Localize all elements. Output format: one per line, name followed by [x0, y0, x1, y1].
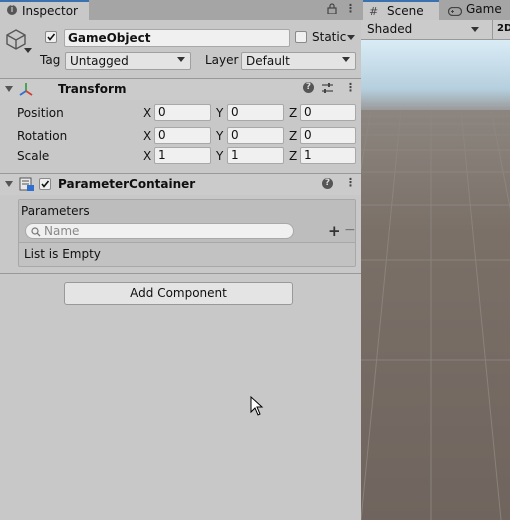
row-label: Scale [17, 149, 50, 163]
tab-scene-label: Scene [387, 4, 424, 18]
chevron-down-icon [177, 57, 185, 62]
transform-header[interactable]: Transform ? ⋮ [0, 79, 361, 100]
transform-z-value: 1 [304, 148, 312, 162]
grid-icon: # [369, 5, 379, 18]
tab-inspector-label: Inspector [22, 4, 78, 18]
tab-game[interactable]: Game [441, 0, 510, 20]
inspector-tab-icon: i [7, 5, 17, 15]
transform-y-value: 1 [231, 148, 239, 162]
transform-z-field[interactable]: 1 [300, 147, 356, 164]
transform-x-field[interactable]: 1 [154, 147, 211, 164]
transform-x-field[interactable]: 0 [154, 127, 211, 144]
component-enabled-checkbox[interactable] [39, 178, 51, 190]
axis-y-label[interactable]: Y [216, 149, 223, 163]
active-checkbox[interactable] [45, 31, 57, 43]
scene-toolbar: Shaded 2D [361, 20, 510, 40]
object-name-value: GameObject [68, 31, 151, 45]
chevron-down-icon [471, 27, 479, 32]
add-component-label: Add Component [130, 286, 227, 300]
layer-value: Default [246, 54, 290, 68]
row-label: Position [17, 106, 64, 120]
static-dropdown-caret[interactable] [347, 35, 355, 40]
transform-z-value: 0 [304, 128, 312, 142]
tag-value: Untagged [70, 54, 129, 68]
add-component-button[interactable]: Add Component [64, 282, 293, 305]
mode-2d-label: 2D [497, 23, 510, 34]
parameters-list-header: Parameters [21, 204, 90, 218]
layer-label: Layer [205, 53, 239, 67]
parameter-container-header[interactable]: ParameterContainer ? ⋮ [0, 174, 361, 195]
axis-x-label[interactable]: X [143, 106, 151, 120]
transform-z-field[interactable]: 0 [300, 127, 356, 144]
transform-row-rotation: Rotation X Y Z 0 0 0 [0, 127, 361, 145]
help-icon[interactable]: ? [303, 82, 314, 93]
tag-dropdown[interactable]: Untagged [65, 52, 191, 70]
axis-y-label[interactable]: Y [216, 129, 223, 143]
transform-row-scale: Scale X Y Z 1 1 1 [0, 147, 361, 165]
mode-2d-button[interactable]: 2D [492, 20, 510, 39]
transform-x-value: 0 [158, 128, 166, 142]
list-empty-text: List is Empty [24, 247, 101, 261]
shading-mode-value: Shaded [367, 22, 413, 36]
axis-x-label[interactable]: X [143, 149, 151, 163]
static-label: Static [312, 30, 347, 44]
transform-y-field[interactable]: 1 [227, 147, 284, 164]
tab-game-label: Game [466, 2, 502, 16]
axis-y-label[interactable]: Y [216, 106, 223, 120]
parameters-list: Parameters Name + − List is Empty [18, 199, 356, 267]
axis-z-label[interactable]: Z [289, 106, 297, 120]
more-menu-icon[interactable]: ⋮ [345, 176, 356, 189]
scene-viewport[interactable] [361, 40, 510, 520]
static-checkbox[interactable] [295, 31, 307, 43]
search-icon [31, 226, 41, 240]
remove-icon[interactable]: − [344, 222, 356, 238]
object-name-field[interactable]: GameObject [64, 29, 290, 47]
search-placeholder: Name [44, 224, 80, 238]
more-menu-icon[interactable]: ⋮ [345, 2, 356, 15]
lock-icon[interactable] [327, 3, 337, 17]
help-icon[interactable]: ? [322, 178, 333, 189]
script-icon [19, 177, 35, 195]
shading-mode-dropdown[interactable]: Shaded [361, 20, 480, 39]
sky [361, 40, 510, 110]
axis-z-label[interactable]: Z [289, 149, 297, 163]
scene-panel: # Scene Game Shaded 2D [361, 0, 510, 520]
axis-x-label[interactable]: X [143, 129, 151, 143]
foldout-arrow-icon[interactable] [5, 86, 13, 92]
transform-x-value: 1 [158, 148, 166, 162]
gamepad-icon [447, 5, 463, 19]
mouse-cursor-icon [250, 395, 264, 419]
tag-label: Tag [40, 53, 61, 67]
parameter-search-field[interactable]: Name [25, 223, 294, 239]
transform-y-field[interactable]: 0 [227, 127, 284, 144]
chevron-down-icon [342, 57, 350, 62]
transform-row-position: Position X Y Z 0 0 0 [0, 104, 361, 122]
transform-x-value: 0 [158, 105, 166, 119]
row-label: Rotation [17, 129, 68, 143]
more-menu-icon[interactable]: ⋮ [345, 81, 356, 94]
parameter-container-title: ParameterContainer [58, 177, 196, 191]
add-icon[interactable]: + [328, 222, 341, 240]
tab-inspector[interactable]: i Inspector [0, 0, 89, 20]
cube-dropdown-caret[interactable] [24, 48, 32, 53]
transform-z-field[interactable]: 0 [300, 104, 356, 121]
transform-x-field[interactable]: 0 [154, 104, 211, 121]
tab-scene[interactable]: # Scene [363, 0, 439, 20]
layer-dropdown[interactable]: Default [241, 52, 356, 70]
ground-grid [361, 110, 510, 520]
transform-y-field[interactable]: 0 [227, 104, 284, 121]
foldout-arrow-icon[interactable] [5, 181, 13, 187]
transform-z-value: 0 [304, 105, 312, 119]
transform-title: Transform [58, 82, 127, 96]
divider [0, 273, 361, 274]
transform-y-value: 0 [231, 128, 239, 142]
axis-z-label[interactable]: Z [289, 129, 297, 143]
transform-icon [18, 82, 34, 99]
presets-icon[interactable] [321, 82, 334, 97]
transform-y-value: 0 [231, 105, 239, 119]
inspector-panel: i Inspector ⋮ GameObject Static Tag Unta… [0, 0, 361, 520]
